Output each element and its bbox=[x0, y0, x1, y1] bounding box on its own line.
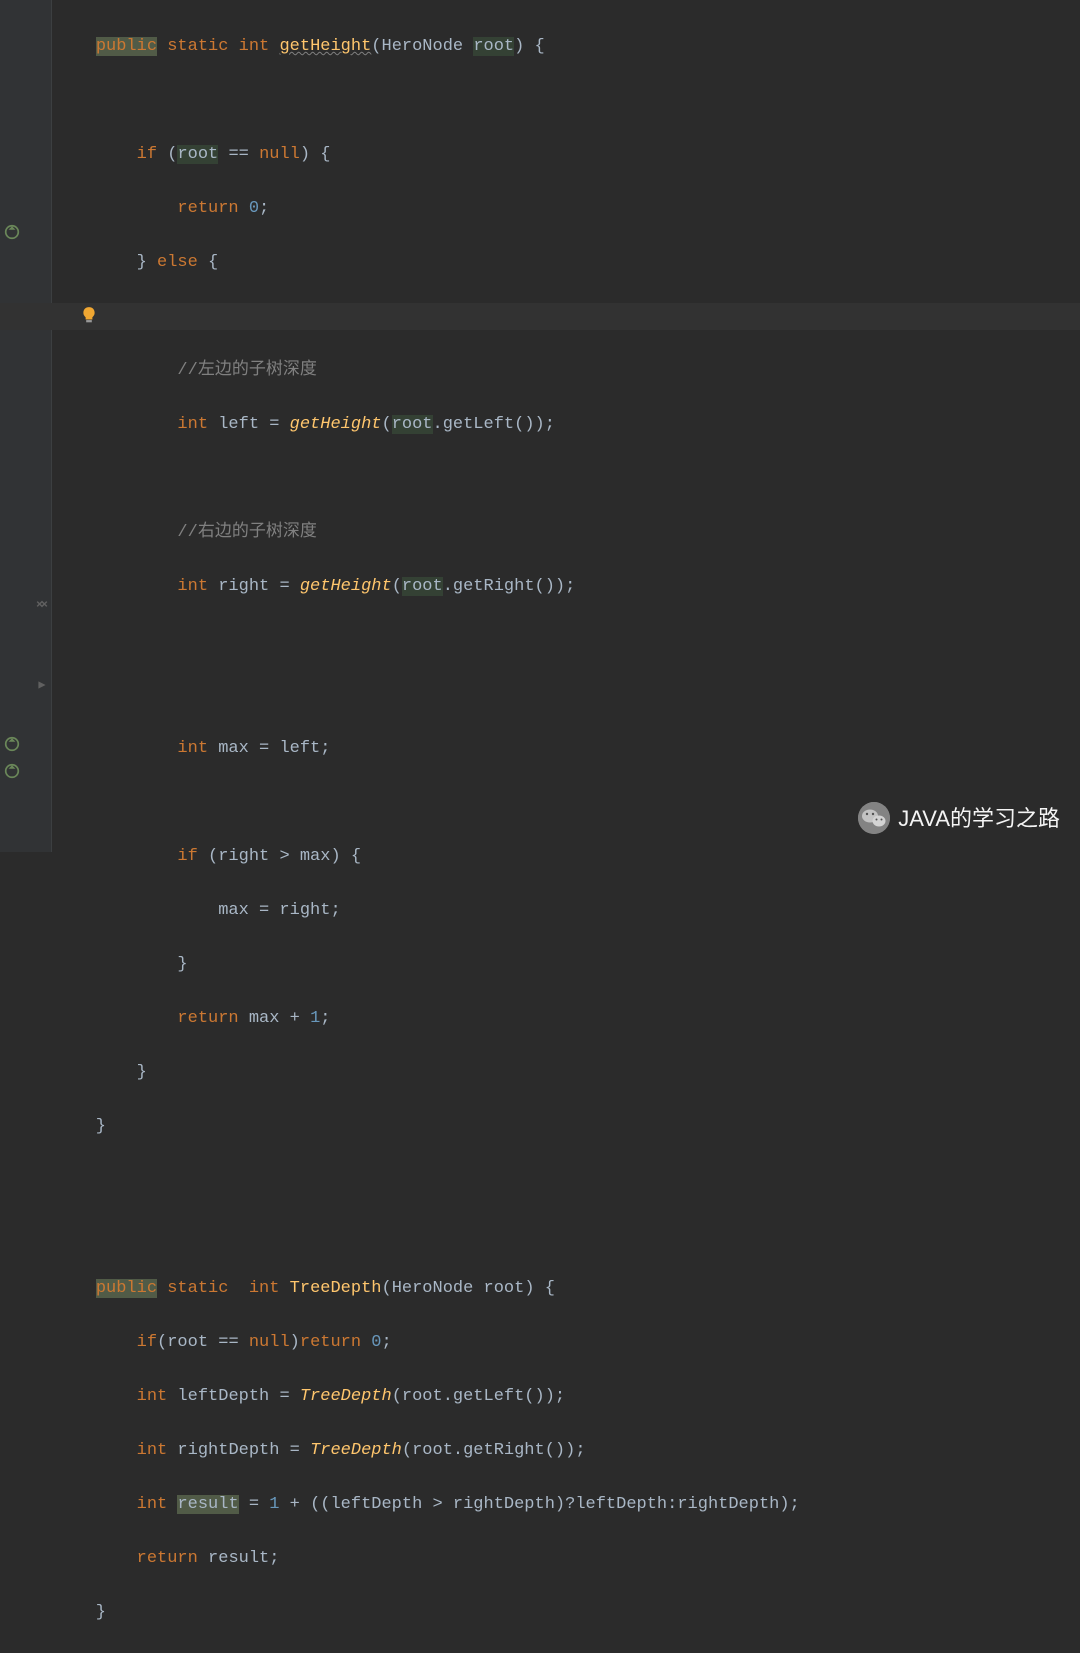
method-call: getHeight bbox=[290, 415, 382, 434]
intention-bulb-icon[interactable] bbox=[80, 306, 98, 324]
recursive-call-icon[interactable] bbox=[4, 762, 20, 778]
keyword-static: static bbox=[167, 37, 228, 56]
editor-gutter bbox=[0, 0, 52, 852]
keyword-public: public bbox=[96, 37, 157, 56]
keyword-int: int bbox=[177, 577, 208, 596]
number-literal: 1 bbox=[269, 1495, 279, 1514]
keyword-null: null bbox=[249, 1333, 290, 1352]
keyword-if: if bbox=[137, 145, 157, 164]
keyword-static: static bbox=[167, 1279, 228, 1298]
method-name: TreeDepth bbox=[290, 1279, 382, 1298]
code-text: } bbox=[55, 955, 188, 974]
keyword-if: if bbox=[137, 1333, 157, 1352]
var-root: root bbox=[392, 415, 433, 434]
keyword-return: return bbox=[177, 199, 238, 218]
method-call: getHeight bbox=[300, 577, 392, 596]
param-type: HeroNode bbox=[382, 37, 464, 56]
code-editor-content[interactable]: public static int getHeight(HeroNode roo… bbox=[55, 0, 1080, 1653]
keyword-int: int bbox=[239, 37, 270, 56]
keyword-int: int bbox=[137, 1387, 168, 1406]
keyword-int: int bbox=[177, 739, 208, 758]
keyword-return: return bbox=[137, 1549, 198, 1568]
recursive-call-icon[interactable] bbox=[4, 735, 20, 751]
number-literal: 1 bbox=[310, 1009, 320, 1028]
var-root: root bbox=[402, 577, 443, 596]
var-root: root bbox=[177, 145, 218, 164]
keyword-else: else bbox=[157, 253, 198, 272]
code-text: } bbox=[55, 1603, 106, 1622]
keyword-return: return bbox=[177, 1009, 238, 1028]
recursive-call-icon[interactable] bbox=[4, 223, 20, 239]
param-name: root bbox=[473, 37, 514, 56]
fold-marker-icon[interactable] bbox=[36, 679, 48, 691]
keyword-return: return bbox=[300, 1333, 361, 1352]
fold-marker-icon[interactable] bbox=[36, 598, 48, 610]
keyword-int: int bbox=[249, 1279, 280, 1298]
code-text: } bbox=[55, 1063, 147, 1082]
var-result: result bbox=[177, 1495, 238, 1514]
comment: //左边的子树深度 bbox=[177, 361, 316, 380]
indent bbox=[55, 37, 96, 56]
keyword-int: int bbox=[137, 1441, 168, 1460]
method-name: getHeight bbox=[279, 37, 371, 56]
number-literal: 0 bbox=[371, 1333, 381, 1352]
comment: //右边的子树深度 bbox=[177, 523, 316, 542]
method-call: TreeDepth bbox=[300, 1387, 392, 1406]
code-text: } bbox=[55, 1117, 106, 1136]
keyword-null: null bbox=[259, 145, 300, 164]
keyword-int: int bbox=[177, 415, 208, 434]
number-literal: 0 bbox=[249, 199, 259, 218]
keyword-if: if bbox=[177, 847, 197, 866]
keyword-int: int bbox=[137, 1495, 168, 1514]
code-text: max = right; bbox=[55, 901, 341, 920]
keyword-public: public bbox=[96, 1279, 157, 1298]
method-call: TreeDepth bbox=[310, 1441, 402, 1460]
